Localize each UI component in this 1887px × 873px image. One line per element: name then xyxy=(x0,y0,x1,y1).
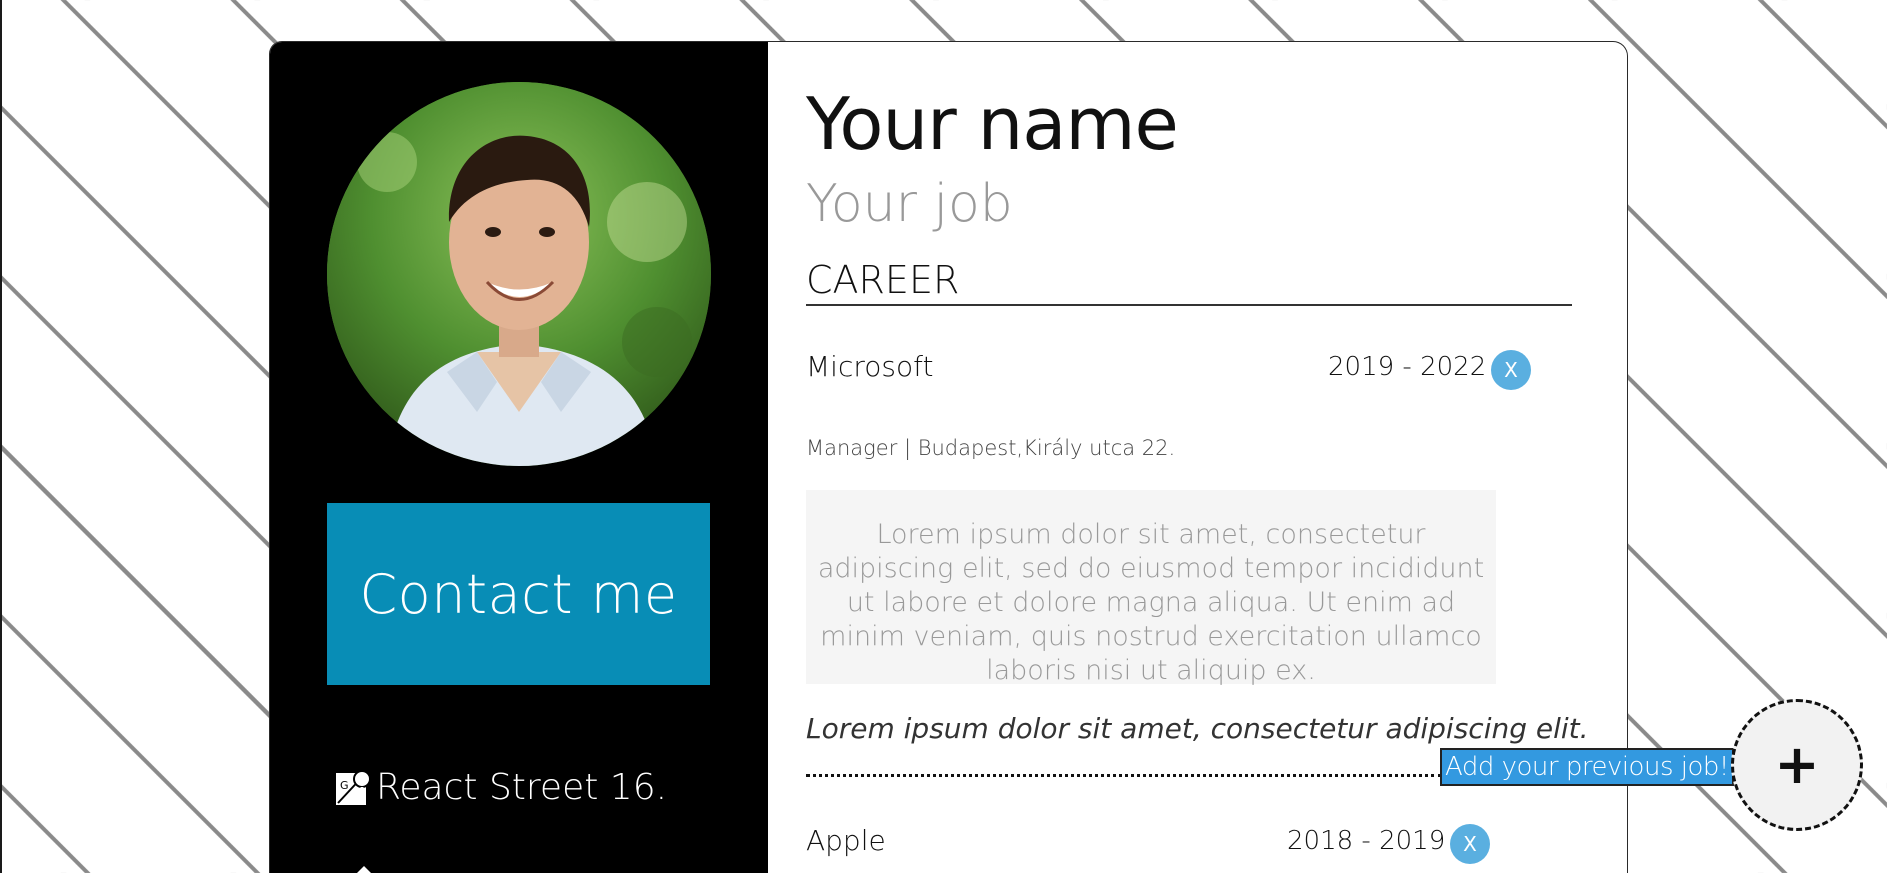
person-photo-icon xyxy=(327,82,711,466)
name-heading[interactable]: Your name xyxy=(806,82,1179,166)
resume-page: Contact me G React Street 16. Your name … xyxy=(270,42,1627,873)
home-icon xyxy=(357,866,371,873)
job-dates[interactable]: 2019 - 2022 xyxy=(1328,352,1486,382)
job-title[interactable]: Your job xyxy=(806,174,1013,234)
remove-job-button[interactable]: X xyxy=(1450,824,1490,864)
address-text: React Street 16. xyxy=(376,767,668,808)
avatar xyxy=(327,82,711,466)
job-description[interactable]: Lorem ipsum dolor sit amet, consectetur … xyxy=(806,490,1496,686)
plus-icon: + xyxy=(1774,733,1820,796)
company-name[interactable]: Microsoft xyxy=(806,350,933,383)
job-quote[interactable]: Lorem ipsum dolor sit amet, consectetur … xyxy=(806,712,1589,745)
add-job-button[interactable]: + xyxy=(1731,699,1863,831)
sidebar: Contact me G React Street 16. xyxy=(270,42,768,873)
divider xyxy=(806,774,1442,777)
job-dates[interactable]: 2018 - 2019 xyxy=(1287,826,1445,856)
map-pin-icon: G xyxy=(334,769,372,807)
remove-job-button[interactable]: X xyxy=(1491,350,1531,390)
add-job-tooltip: Add your previous job! xyxy=(1440,748,1734,786)
svg-text:G: G xyxy=(340,779,349,792)
company-name[interactable]: Apple xyxy=(806,824,886,857)
career-heading: CAREER xyxy=(806,258,1572,306)
job-role-location[interactable]: Manager | Budapest,Király utca 22. xyxy=(806,436,1175,460)
address: G React Street 16. xyxy=(334,767,667,808)
contact-me-button[interactable]: Contact me xyxy=(327,503,710,685)
